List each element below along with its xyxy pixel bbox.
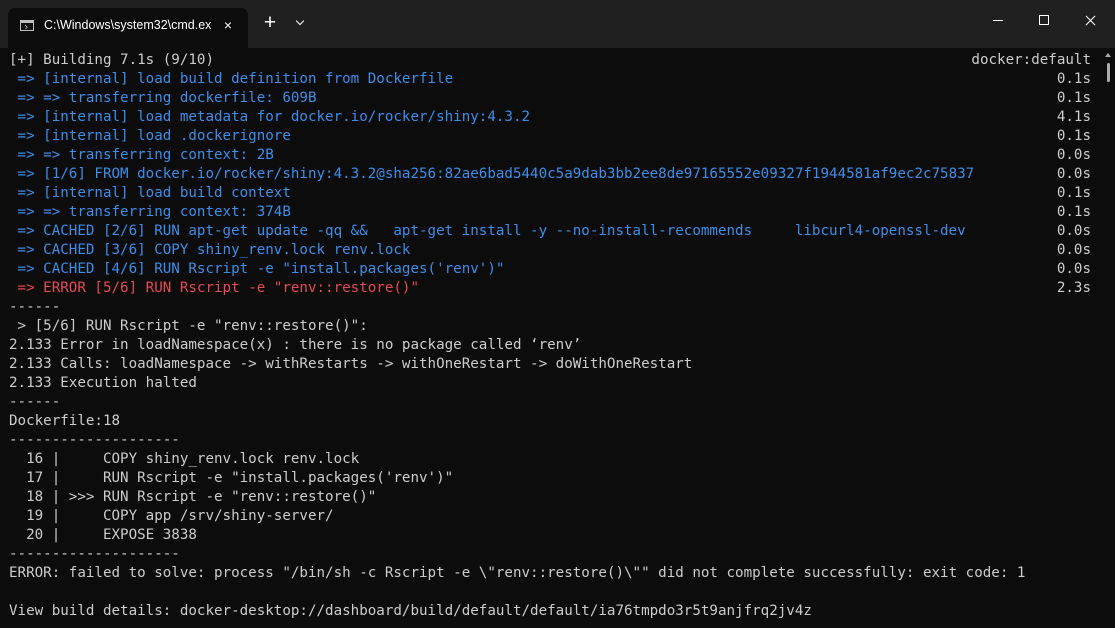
tab-close-button[interactable]: ×: [220, 17, 236, 33]
build-step-time: 0.1s: [1056, 128, 1091, 144]
build-step-time: 0.1s: [1056, 71, 1091, 87]
output-line: 18 | >>> RUN Rscript -e "renv::restore()…: [9, 489, 377, 505]
minimize-button[interactable]: [975, 0, 1021, 40]
terminal-window: C:\Windows\system32\cmd.exe × + [+] Buil…: [0, 0, 1115, 628]
build-step: => CACHED [3/6] COPY shiny_renv.lock ren…: [9, 242, 411, 258]
output-line: 2.133 Error in loadNamespace(x) : there …: [9, 337, 582, 353]
output-line: ERROR: failed to solve: process "/bin/sh…: [9, 565, 1026, 581]
output-line: --------------------: [9, 546, 180, 562]
output-line: 2.133 Execution halted: [9, 375, 197, 391]
build-step-time: 2.3s: [1056, 280, 1091, 296]
build-step-time: 0.1s: [1056, 185, 1091, 201]
build-step: => => transferring context: 2B: [9, 147, 274, 163]
output-line: Dockerfile:18: [9, 413, 121, 429]
build-step-time: 0.1s: [1056, 204, 1091, 220]
build-context: docker:default: [971, 52, 1091, 68]
tab-title: C:\Windows\system32\cmd.exe: [44, 18, 212, 32]
title-bar[interactable]: C:\Windows\system32\cmd.exe × +: [0, 0, 1115, 48]
build-step: => CACHED [4/6] RUN Rscript -e "install.…: [9, 261, 505, 277]
build-step: => [internal] load build context: [9, 185, 291, 201]
build-step: => CACHED [2/6] RUN apt-get update -qq &…: [9, 223, 966, 239]
build-step-time: 0.0s: [1056, 261, 1091, 277]
build-step: => [internal] load build definition from…: [9, 71, 454, 87]
output-line: View build details: docker-desktop://das…: [9, 603, 812, 619]
output-line: 20 | EXPOSE 3838: [9, 527, 197, 543]
build-step-time: 4.1s: [1056, 109, 1091, 125]
scroll-thumb[interactable]: [1107, 63, 1110, 82]
build-step: => [1/6] FROM docker.io/rocker/shiny:4.3…: [9, 166, 975, 182]
output-line: 16 | COPY shiny_renv.lock renv.lock: [9, 451, 360, 467]
output-line: ------: [9, 299, 61, 315]
output-line: 2.133 Calls: loadNamespace -> withRestar…: [9, 356, 693, 372]
build-step: => [internal] load .dockerignore: [9, 128, 291, 144]
build-header: [+] Building 7.1s (9/10): [9, 52, 214, 68]
tab-cmd[interactable]: C:\Windows\system32\cmd.exe ×: [8, 8, 248, 48]
build-step-time: 0.0s: [1056, 147, 1091, 163]
close-button[interactable]: [1067, 0, 1113, 40]
scroll-up-icon[interactable]: [1105, 53, 1111, 57]
new-tab-button[interactable]: +: [260, 12, 280, 33]
terminal-output[interactable]: [+] Building 7.1s (9/10) docker:default …: [9, 48, 1101, 628]
build-step: => => transferring context: 374B: [9, 204, 291, 220]
output-line: 17 | RUN Rscript -e "install.packages('r…: [9, 470, 454, 486]
output-line: ------: [9, 394, 61, 410]
build-step-time: 0.0s: [1056, 166, 1091, 182]
build-step-time: 0.0s: [1056, 242, 1091, 258]
scrollbar[interactable]: [1102, 48, 1115, 628]
build-step: => [internal] load metadata for docker.i…: [9, 109, 531, 125]
build-step-time: 0.1s: [1056, 90, 1091, 106]
chevron-down-icon[interactable]: [290, 13, 310, 33]
cmd-icon: [20, 20, 34, 31]
output-line: > [5/6] RUN Rscript -e "renv::restore()"…: [9, 318, 368, 334]
maximize-button[interactable]: [1021, 0, 1067, 40]
build-step: => => transferring dockerfile: 609B: [9, 90, 317, 106]
build-step: => ERROR [5/6] RUN Rscript -e "renv::res…: [9, 280, 419, 296]
build-step-time: 0.0s: [1056, 223, 1091, 239]
output-line: 19 | COPY app /srv/shiny-server/: [9, 508, 334, 524]
output-line: --------------------: [9, 432, 180, 448]
